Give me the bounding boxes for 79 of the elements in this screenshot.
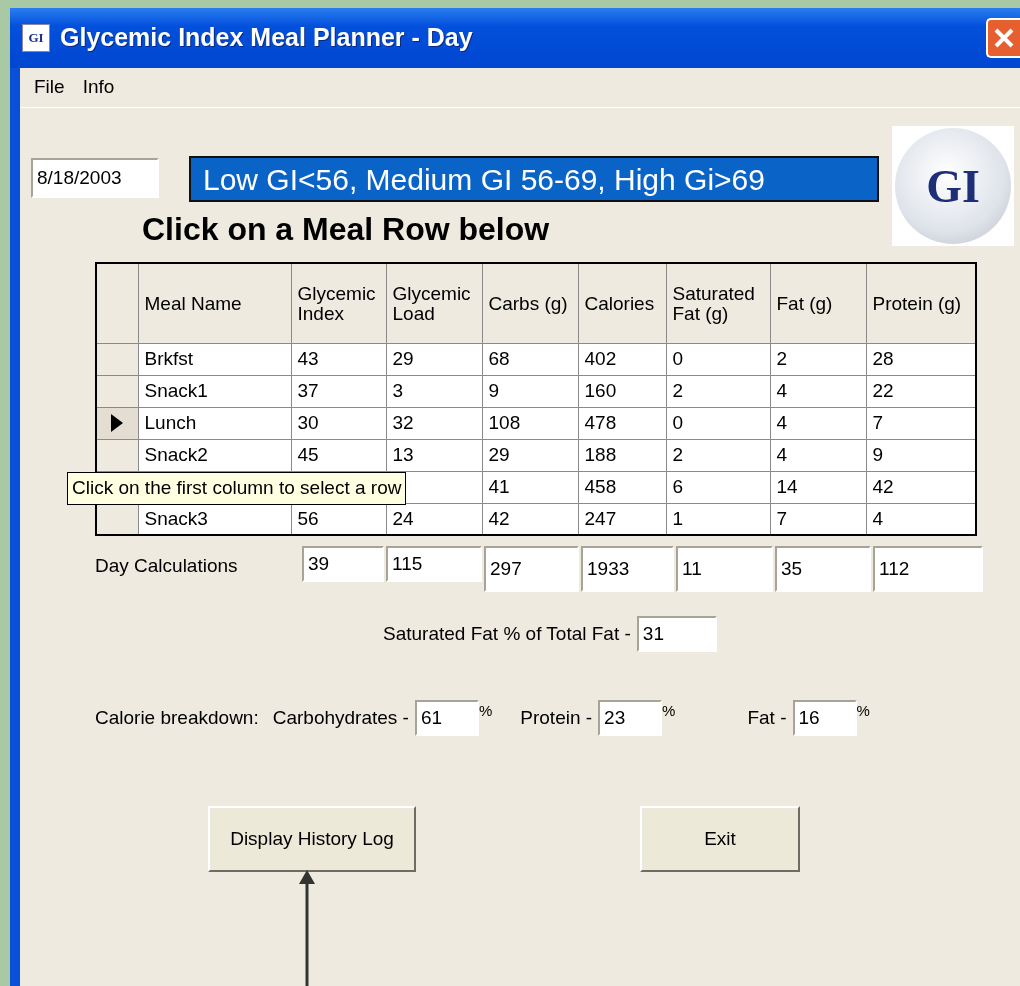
total-field[interactable]: 39 xyxy=(302,546,384,583)
close-button[interactable] xyxy=(986,18,1020,58)
close-icon xyxy=(993,27,1015,49)
table-cell: 9 xyxy=(482,375,578,408)
table-cell: 13 xyxy=(386,439,482,472)
table-cell: Snack1 xyxy=(138,375,291,408)
percent-sign: % xyxy=(478,701,493,722)
table-cell: 43 xyxy=(291,343,386,376)
table-cell: 4 xyxy=(770,407,866,440)
table-cell: 29 xyxy=(482,439,578,472)
total-field[interactable]: 112 xyxy=(873,546,983,593)
column-header: Glycemic Load xyxy=(386,263,482,344)
table-cell: 41 xyxy=(482,471,578,504)
table-cell: 30 xyxy=(291,407,386,440)
percent-sign: % xyxy=(662,701,676,722)
column-header: Calories xyxy=(578,263,666,344)
breakdown-label: Protein - xyxy=(520,706,593,731)
table-cell: 37 xyxy=(291,375,386,408)
tooltip: Click on the first column to select a row xyxy=(67,472,407,505)
table-cell: 2 xyxy=(666,439,770,472)
legend-banner: Low GI<56, Medium GI 56-69, High Gi>69 xyxy=(189,156,879,202)
table-cell: 160 xyxy=(578,375,666,408)
total-field[interactable]: 297 xyxy=(484,546,579,593)
percent-field[interactable]: 23 xyxy=(598,700,663,737)
table-cell: Snack2 xyxy=(138,439,291,472)
percent-field[interactable]: 61 xyxy=(414,700,479,737)
table-cell: 6 xyxy=(666,471,770,504)
column-header: Protein (g) xyxy=(866,263,976,344)
table-cell: 4 xyxy=(770,439,866,472)
menu-item[interactable]: File xyxy=(34,73,65,102)
table-cell: 188 xyxy=(578,439,666,472)
dialog-button[interactable]: Exit xyxy=(640,806,800,873)
table-cell: 45 xyxy=(291,439,386,472)
date-field[interactable]: 8/18/2003 xyxy=(31,158,159,198)
dialog-button[interactable]: Display History Log xyxy=(208,806,416,873)
table-cell: 0 xyxy=(666,407,770,440)
table-cell: 402 xyxy=(578,343,666,376)
window-title: Glycemic Index Meal Planner - Day xyxy=(60,22,473,54)
column-header: Glycemic Index xyxy=(291,263,386,344)
day-calculations-label: Day Calculations xyxy=(95,554,239,579)
saturated-fat-field[interactable]: 31 xyxy=(636,616,717,653)
column-header: Carbs (g) xyxy=(482,263,578,344)
table-cell: 14 xyxy=(770,471,866,504)
menu-item[interactable]: Info xyxy=(82,73,115,102)
breakdown-label: Carbohydrates - xyxy=(272,706,409,731)
table-cell: 458 xyxy=(578,471,666,504)
total-field[interactable]: 35 xyxy=(775,546,871,593)
table-cell: 478 xyxy=(578,407,666,440)
calorie-breakdown-label: Calorie breakdown: xyxy=(95,706,259,731)
table-cell: Lunch xyxy=(138,407,291,440)
total-field[interactable]: 115 xyxy=(386,546,482,583)
row-selector[interactable] xyxy=(96,375,138,408)
total-field[interactable]: 11 xyxy=(676,546,773,593)
column-header: Saturated Fat (g) xyxy=(666,263,770,344)
percent-field[interactable]: 16 xyxy=(792,700,857,737)
row-selector[interactable] xyxy=(96,407,138,440)
table-cell: 29 xyxy=(386,343,482,376)
row-selector[interactable] xyxy=(96,439,138,472)
table-cell: 2 xyxy=(770,343,866,376)
table-cell: 0 xyxy=(666,343,770,376)
table-cell: 2 xyxy=(666,375,770,408)
row-selector[interactable] xyxy=(96,503,138,536)
table-cell: 3 xyxy=(386,375,482,408)
logo: GI xyxy=(895,128,1011,244)
saturated-fat-label: Saturated Fat % of Total Fat - xyxy=(383,622,631,647)
table-cell: 32 xyxy=(386,407,482,440)
table-cell: 108 xyxy=(482,407,578,440)
heading: Click on a Meal Row below xyxy=(142,210,551,249)
table-cell: 4 xyxy=(770,375,866,408)
percent-sign: % xyxy=(856,701,870,722)
table-cell: Brkfst xyxy=(138,343,291,376)
total-field[interactable]: 1933 xyxy=(581,546,674,593)
breakdown-label: Fat - xyxy=(747,706,787,731)
column-header: Meal Name xyxy=(138,263,291,344)
app-icon: GI xyxy=(22,24,50,52)
column-header: Fat (g) xyxy=(770,263,866,344)
row-selector[interactable] xyxy=(96,343,138,376)
table-cell: 68 xyxy=(482,343,578,376)
row-pointer-icon xyxy=(111,414,124,433)
